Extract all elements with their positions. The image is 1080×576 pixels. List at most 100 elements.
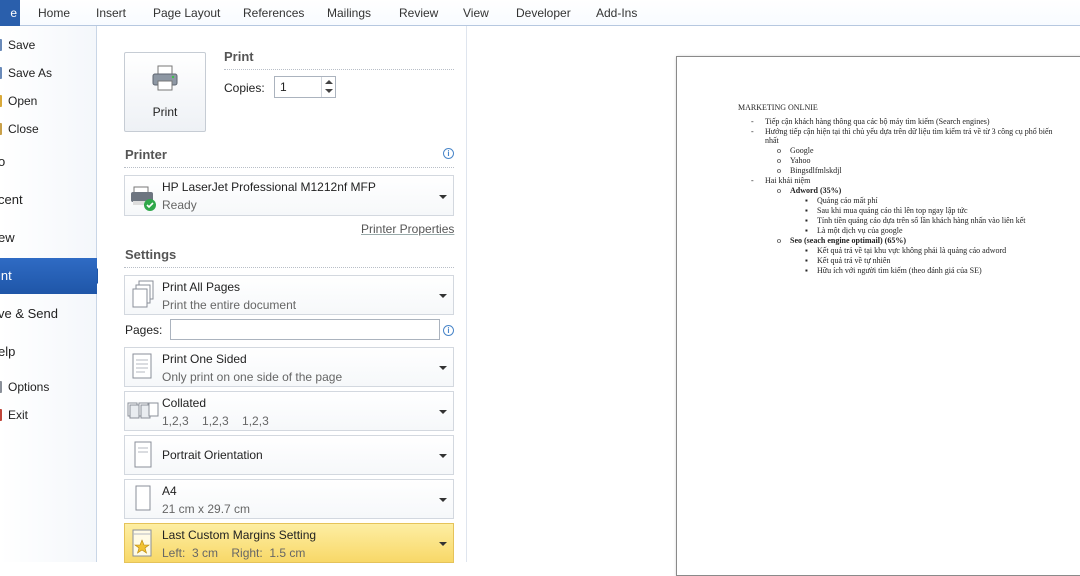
margins-dropdown[interactable]: Last Custom Margins Setting Left: 3 cm R…	[124, 523, 454, 563]
pages-input[interactable]	[170, 319, 440, 340]
printer-dropdown[interactable]: HP LaserJet Professional M1212nf MFP Rea…	[124, 175, 454, 216]
doc-bullet: o	[777, 186, 781, 195]
doc-line: Bingsdlfmlskdjl	[790, 166, 842, 175]
nav-info[interactable]: o	[0, 147, 97, 177]
tab-review[interactable]: Review	[399, 0, 438, 26]
paper-size-main: A4	[162, 484, 177, 498]
doc-bullet: ▪	[805, 196, 808, 205]
portrait-page-icon	[134, 441, 152, 468]
print-sides-dropdown[interactable]: Print One Sided Only print on one side o…	[124, 347, 454, 387]
doc-line: Yahoo	[790, 156, 811, 165]
printer-properties-link[interactable]: Printer Properties	[361, 222, 454, 236]
tab-mailings[interactable]: Mailings	[327, 0, 371, 26]
printer-icon	[152, 65, 178, 91]
doc-line: Google	[790, 146, 814, 155]
nav-exit[interactable]: Exit	[0, 403, 97, 427]
print-section-title: Print	[224, 49, 254, 64]
printer-status: Ready	[162, 198, 197, 212]
collation-dropdown[interactable]: Collated 1,2,3 1,2,3 1,2,3	[124, 391, 454, 431]
orientation-dropdown[interactable]: Portrait Orientation	[124, 435, 454, 475]
paper-size-dropdown[interactable]: A4 21 cm x 29.7 cm	[124, 479, 454, 519]
nav-exit-label: Exit	[8, 408, 29, 422]
print-preview-area: MARKETING ONLNIE - Tiếp cận khách hàng t…	[468, 26, 1080, 576]
printer-info-icon[interactable]: i	[443, 148, 454, 159]
options-icon	[0, 381, 2, 393]
printer-name: HP LaserJet Professional M1212nf MFP	[162, 180, 376, 194]
nav-save-as-label: Save As	[8, 66, 53, 80]
print-range-dropdown[interactable]: Print All Pages Print the entire documen…	[124, 275, 454, 315]
nav-open[interactable]: Open	[0, 89, 97, 113]
print-sides-main: Print One Sided	[162, 352, 247, 366]
nav-recent-label: cent	[0, 192, 23, 207]
doc-bullet: o	[777, 146, 781, 155]
tab-home[interactable]: Home	[38, 0, 70, 26]
tab-references[interactable]: References	[243, 0, 304, 26]
doc-bullet: ▪	[805, 216, 808, 225]
copies-stepper[interactable]: 1	[274, 76, 336, 98]
nav-print-label: int	[0, 268, 12, 283]
ribbon-tab-bar: e Home Insert Page Layout References Mai…	[0, 0, 1080, 26]
nav-save-send-label: ve & Send	[0, 306, 58, 321]
chevron-down-icon	[439, 294, 447, 298]
doc-bullet: -	[751, 117, 754, 126]
copies-label: Copies:	[224, 81, 265, 95]
exit-icon	[0, 409, 2, 421]
divider	[124, 267, 454, 268]
doc-line: Quảng cáo mất phí	[817, 196, 878, 205]
tab-file[interactable]: e	[0, 0, 20, 26]
doc-line: Kết quả trả về tự nhiên	[817, 256, 891, 265]
save-as-icon	[0, 67, 2, 79]
doc-line: Tính tiền quảng cáo dựa trên số lần khác…	[817, 216, 1026, 225]
nav-recent[interactable]: cent	[0, 185, 97, 215]
chevron-down-icon	[439, 410, 447, 414]
doc-bullet: ▪	[805, 256, 808, 265]
tab-developer[interactable]: Developer	[516, 0, 571, 26]
custom-margins-icon	[132, 529, 152, 557]
nav-new[interactable]: ew	[0, 223, 97, 253]
tab-add-ins[interactable]: Add-Ins	[596, 0, 637, 26]
doc-line: Seo (seach engine optimail) (65%)	[790, 236, 906, 245]
nav-print[interactable]: int	[0, 258, 105, 294]
doc-bullet: ▪	[805, 266, 808, 275]
paper-size-icon	[135, 485, 151, 511]
divider	[224, 69, 454, 70]
tab-view[interactable]: View	[463, 0, 489, 26]
nav-open-label: Open	[8, 94, 38, 108]
spin-down-icon[interactable]	[325, 89, 333, 93]
doc-bullet: ▪	[805, 246, 808, 255]
chevron-down-icon	[439, 366, 447, 370]
tab-page-layout[interactable]: Page Layout	[153, 0, 220, 26]
collated-icon	[127, 402, 159, 419]
nav-save-as[interactable]: Save As	[0, 61, 97, 85]
spin-up-icon[interactable]	[325, 80, 333, 84]
nav-close[interactable]: Close	[0, 117, 97, 141]
chevron-down-icon	[439, 454, 447, 458]
all-pages-icon	[132, 280, 154, 308]
nav-save-send[interactable]: ve & Send	[0, 299, 97, 329]
nav-close-label: Close	[8, 122, 39, 136]
copies-spinner[interactable]	[321, 77, 335, 97]
nav-options[interactable]: Options	[0, 375, 97, 399]
settings-section-title: Settings	[125, 247, 177, 262]
nav-new-label: ew	[0, 230, 15, 245]
print-button[interactable]: Print	[124, 52, 206, 132]
doc-line: Hướng tiếp cận hiện tại thì chủ yếu dựa …	[765, 127, 1053, 136]
open-folder-icon	[0, 95, 2, 107]
print-range-sub: Print the entire document	[162, 298, 297, 312]
doc-bullet: -	[751, 127, 754, 136]
nav-help[interactable]: elp	[0, 337, 97, 367]
print-button-label: Print	[152, 105, 178, 119]
nav-save-label: Save	[8, 38, 36, 52]
doc-bullet: o	[777, 156, 781, 165]
doc-bullet: -	[751, 176, 754, 185]
collation-sub: 1,2,3 1,2,3 1,2,3	[162, 414, 269, 428]
doc-line: Hai khái niệm	[765, 176, 811, 185]
doc-line: Adword (35%)	[790, 186, 842, 195]
pages-info-icon[interactable]: i	[443, 325, 454, 336]
chevron-down-icon	[439, 498, 447, 502]
doc-line: Tiếp cận khách hàng thông qua các bộ máy…	[765, 117, 990, 126]
tab-insert[interactable]: Insert	[96, 0, 126, 26]
nav-save[interactable]: Save	[0, 33, 97, 57]
doc-line: Hữu ích với người tìm kiếm (theo đánh gi…	[817, 266, 982, 275]
doc-line: Kết quả trả về tại khu vực không phải là…	[817, 246, 1007, 255]
